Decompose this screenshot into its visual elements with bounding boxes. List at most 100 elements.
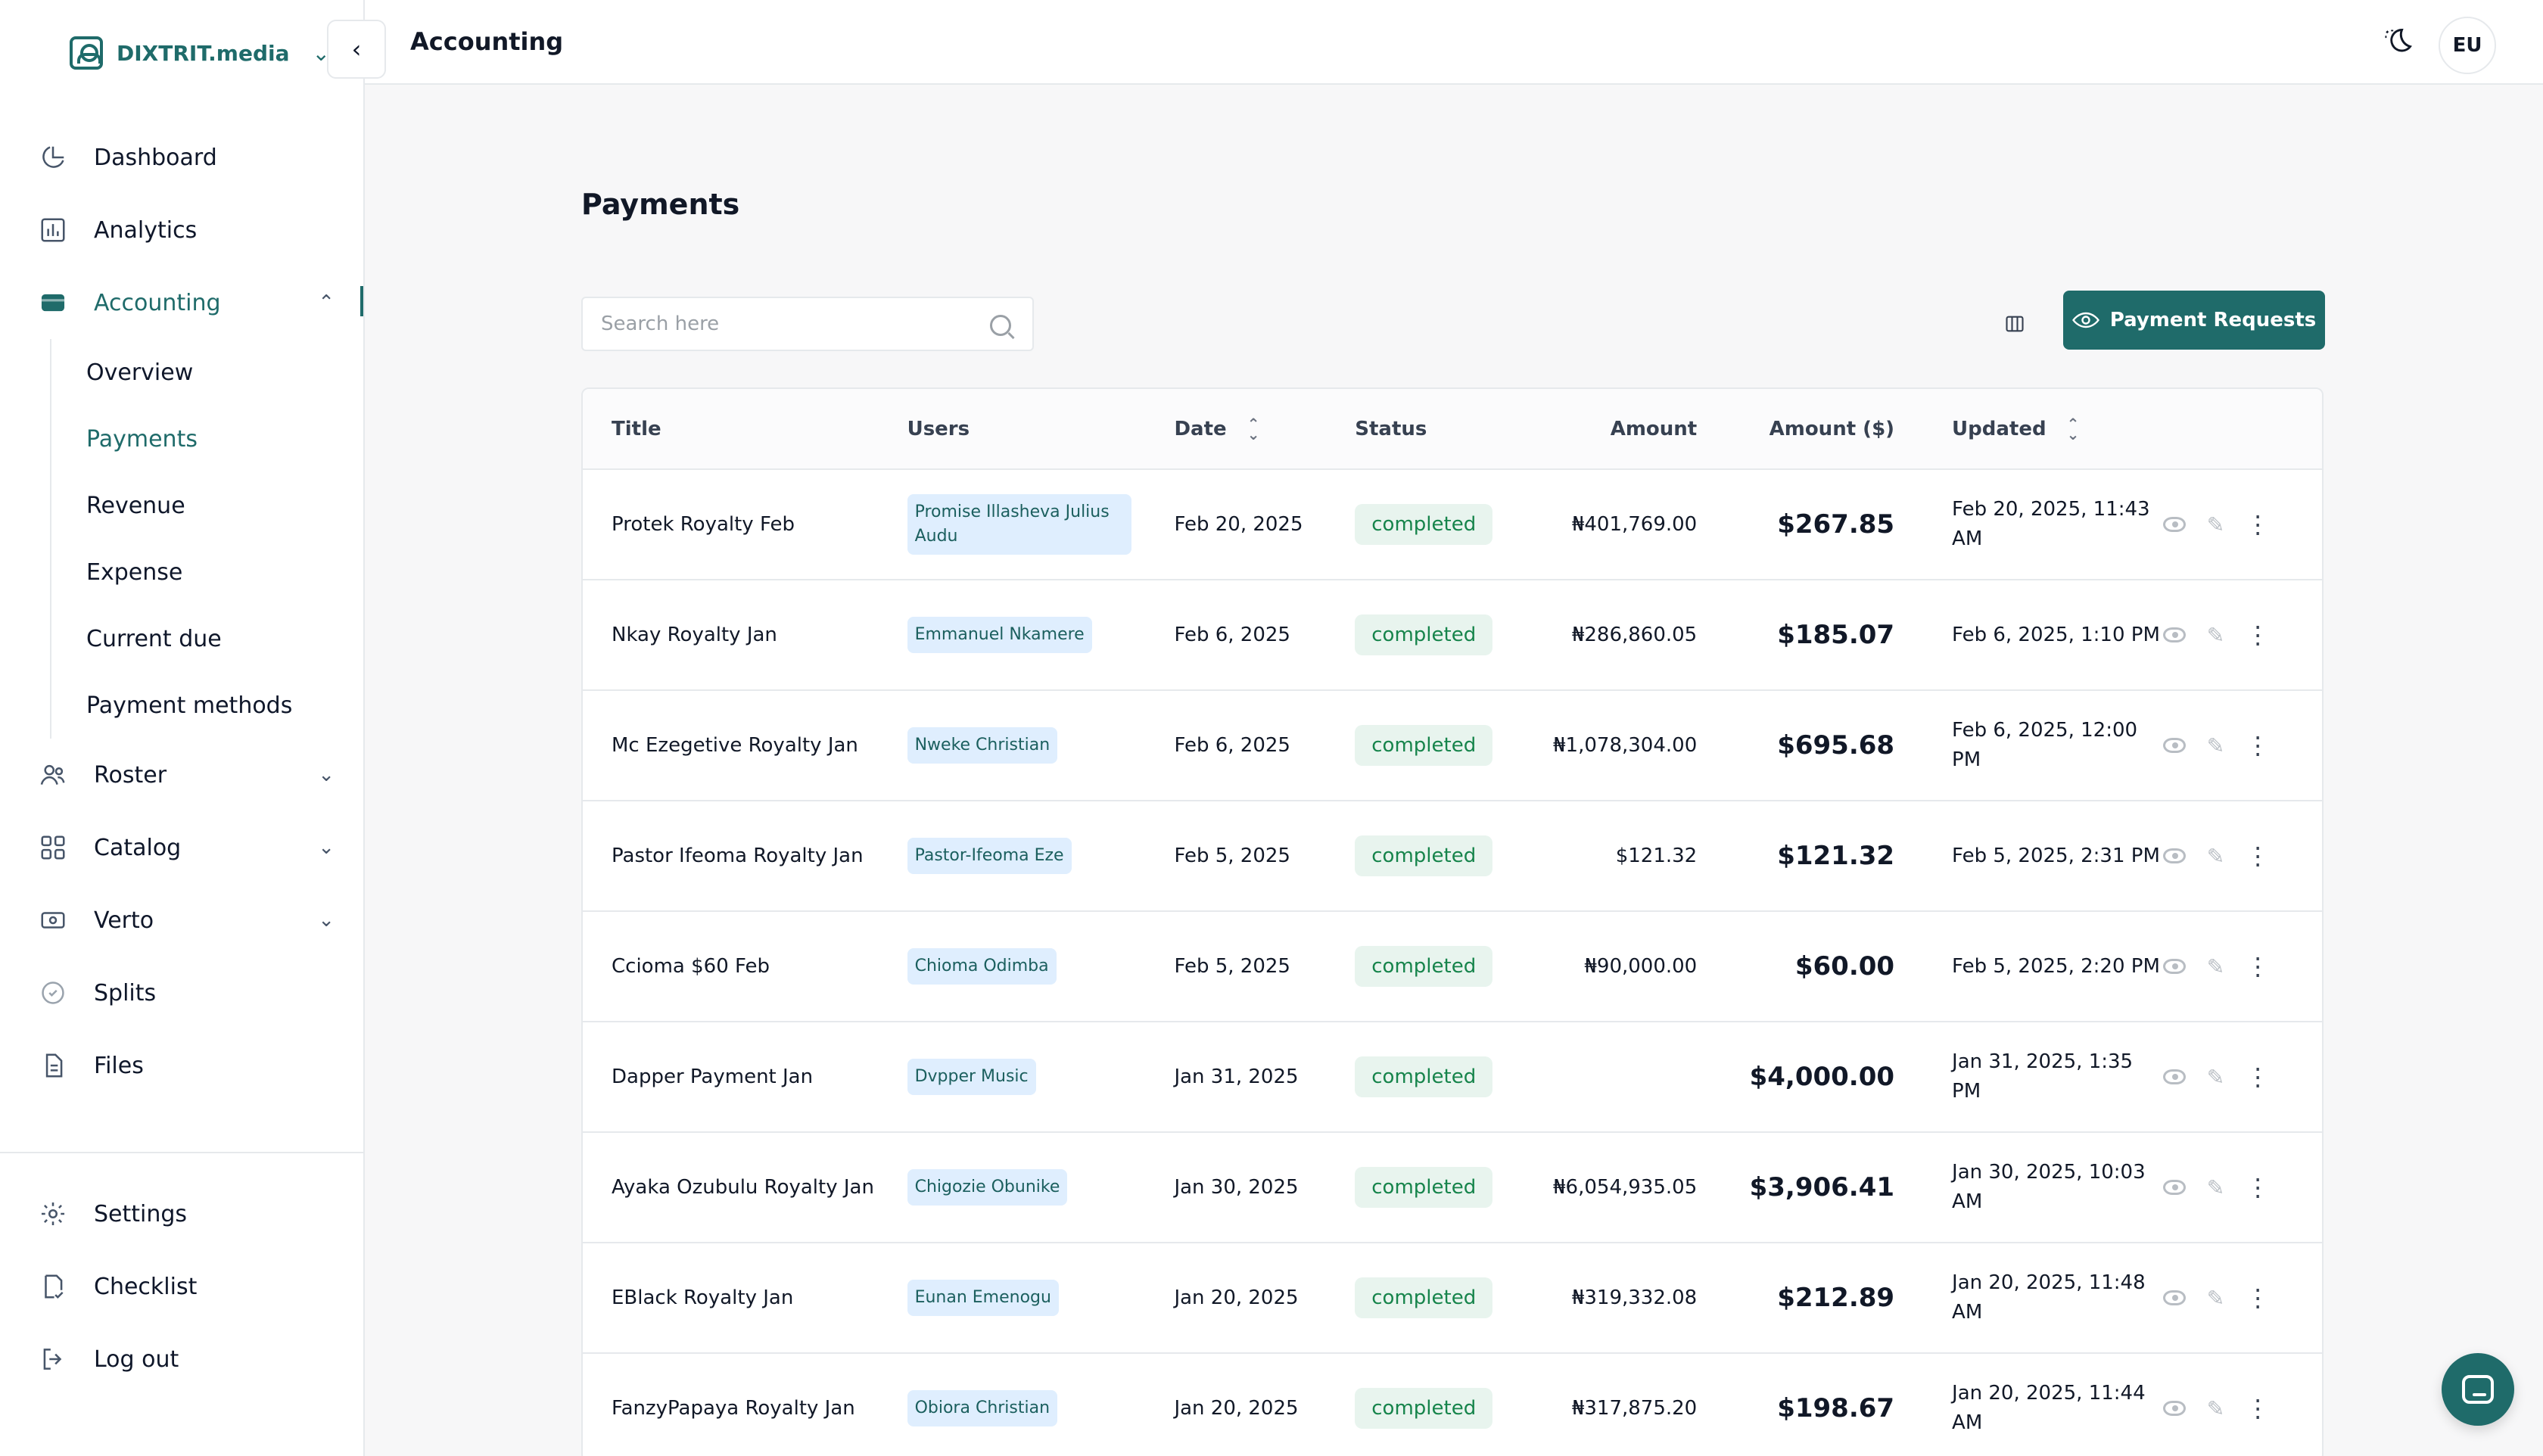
edit-icon[interactable]: ✎ [2207, 733, 2224, 758]
eye-icon[interactable] [2162, 738, 2186, 753]
sidebar-item-roster[interactable]: Roster ⌄ [0, 739, 363, 811]
page-title: Accounting [410, 27, 564, 56]
edit-icon[interactable]: ✎ [2207, 954, 2224, 979]
sidebar-item-label: Splits [94, 979, 157, 1006]
more-icon[interactable]: ⋮ [2246, 1396, 2270, 1420]
row-amount-usd: $185.07 [1727, 580, 1910, 691]
grid-icon [38, 832, 68, 863]
more-icon[interactable]: ⋮ [2246, 623, 2270, 647]
edit-icon[interactable]: ✎ [2207, 1286, 2224, 1311]
edit-icon[interactable]: ✎ [2207, 844, 2224, 869]
user-chip[interactable]: Obiora Christian [907, 1390, 1058, 1426]
payment-requests-label: Payment Requests [2109, 309, 2317, 331]
row-actions: ✎ ⋮ [2162, 954, 2322, 979]
more-icon[interactable]: ⋮ [2246, 1286, 2270, 1310]
column-header-amount[interactable]: Amount [1526, 389, 1728, 470]
row-updated: Jan 30, 2025, 10:03 AM [1910, 1132, 2163, 1243]
user-chip[interactable]: Chigozie Obunike [907, 1169, 1068, 1206]
sidebar-item-dashboard[interactable]: Dashboard [0, 121, 363, 194]
table-row[interactable]: Ccioma $60 Feb Chioma Odimba Feb 5, 2025… [583, 911, 2322, 1022]
sidebar-item-analytics[interactable]: Analytics [0, 194, 363, 266]
sidebar-item-files[interactable]: Files [0, 1029, 363, 1102]
table-row[interactable]: Mc Ezegetive Royalty Jan Nweke Christian… [583, 690, 2322, 801]
chevron-down-icon[interactable]: ⌄ [318, 836, 335, 859]
more-icon[interactable]: ⋮ [2246, 1175, 2270, 1199]
row-actions: ✎ ⋮ [2162, 1396, 2322, 1421]
chat-button[interactable] [2442, 1353, 2514, 1426]
column-header-date[interactable]: Date ⌃ ⌄ [1166, 389, 1349, 470]
sidebar-item-accounting[interactable]: Accounting ⌃ [0, 266, 363, 339]
table-row[interactable]: EBlack Royalty Jan Eunan Emenogu Jan 20,… [583, 1243, 2322, 1354]
search-input[interactable] [601, 313, 964, 335]
sidebar-item-current-due[interactable]: Current due [51, 605, 363, 672]
eye-icon[interactable] [2162, 1401, 2186, 1416]
user-chip[interactable]: Emmanuel Nkamere [907, 617, 1092, 653]
eye-icon[interactable] [2162, 517, 2186, 532]
user-chip[interactable]: Nweke Christian [907, 727, 1058, 764]
table-row[interactable]: Ayaka Ozubulu Royalty Jan Chigozie Obuni… [583, 1132, 2322, 1243]
payment-requests-button[interactable]: Payment Requests [2063, 291, 2325, 350]
sidebar-item-checklist[interactable]: Checklist [0, 1250, 363, 1323]
sidebar-item-payments[interactable]: Payments [51, 406, 677, 472]
column-toggle-button[interactable] [2000, 309, 2030, 339]
theme-toggle-button[interactable] [2381, 26, 2414, 59]
eye-icon[interactable] [2162, 959, 2186, 974]
row-amount: $121.32 [1526, 801, 1728, 912]
more-icon[interactable]: ⋮ [2246, 844, 2270, 868]
eye-icon[interactable] [2162, 627, 2186, 642]
column-header-title[interactable]: Title [583, 389, 907, 470]
user-chip[interactable]: Pastor-Ifeoma Eze [907, 838, 1072, 874]
search-box[interactable] [581, 297, 1034, 351]
more-icon[interactable]: ⋮ [2246, 733, 2270, 758]
org-switcher[interactable]: DIXTRIT.media ⌄ [70, 36, 330, 70]
chevron-down-icon[interactable]: ⌄ [318, 764, 335, 786]
chevron-up-icon[interactable]: ⌃ [318, 291, 335, 314]
user-chip[interactable]: Eunan Emenogu [907, 1280, 1059, 1316]
table-row[interactable]: Dapper Payment Jan Dvpper Music Jan 31, … [583, 1022, 2322, 1133]
eye-icon[interactable] [2162, 1069, 2186, 1084]
checklist-icon [38, 1271, 68, 1302]
column-header-amount-usd[interactable]: Amount ($) [1727, 389, 1910, 470]
eye-icon[interactable] [2162, 1290, 2186, 1305]
avatar[interactable]: EU [2439, 17, 2496, 74]
edit-icon[interactable]: ✎ [2207, 1396, 2224, 1421]
column-header-updated[interactable]: Updated ⌃ ⌄ [1910, 389, 2163, 470]
column-header-users[interactable]: Users [907, 389, 1167, 470]
edit-icon[interactable]: ✎ [2207, 512, 2224, 537]
collapse-sidebar-button[interactable]: ‹ [327, 20, 386, 79]
table-row[interactable]: Protek Royalty Feb Promise Illasheva Jul… [583, 469, 2322, 580]
eye-icon[interactable] [2162, 848, 2186, 863]
sort-icon[interactable]: ⌃ ⌄ [2067, 416, 2080, 442]
user-chip[interactable]: Chioma Odimba [907, 948, 1057, 985]
edit-icon[interactable]: ✎ [2207, 1065, 2224, 1090]
table-body: Protek Royalty Feb Promise Illasheva Jul… [583, 469, 2322, 1456]
sort-icon[interactable]: ⌃ ⌄ [1247, 416, 1260, 442]
table-row[interactable]: FanzyPapaya Royalty Jan Obiora Christian… [583, 1353, 2322, 1456]
user-chip[interactable]: Dvpper Music [907, 1059, 1036, 1095]
sidebar-item-revenue[interactable]: Revenue [51, 472, 363, 539]
edit-icon[interactable]: ✎ [2207, 623, 2224, 648]
row-amount [1526, 1022, 1728, 1133]
sidebar-item-logout[interactable]: Log out [0, 1323, 363, 1395]
status-badge: completed [1355, 725, 1493, 766]
more-icon[interactable]: ⋮ [2246, 512, 2270, 537]
eye-icon[interactable] [2162, 1180, 2186, 1195]
sidebar-item-settings[interactable]: Settings [0, 1178, 363, 1250]
more-icon[interactable]: ⋮ [2246, 1065, 2270, 1089]
edit-icon[interactable]: ✎ [2207, 1175, 2224, 1200]
more-icon[interactable]: ⋮ [2246, 954, 2270, 978]
chevron-down-icon[interactable]: ⌄ [318, 909, 335, 932]
sidebar-item-overview[interactable]: Overview [51, 339, 363, 406]
sidebar-item-catalog[interactable]: Catalog ⌄ [0, 811, 363, 884]
row-date: Feb 20, 2025 [1166, 469, 1349, 580]
sidebar: DIXTRIT.media ⌄ Dashboard Analytics Acco… [0, 0, 677, 1456]
sidebar-item-splits[interactable]: Splits [0, 957, 363, 1029]
sidebar-item-expense[interactable]: Expense [51, 539, 363, 605]
column-header-status[interactable]: Status [1349, 389, 1527, 470]
sidebar-item-verto[interactable]: Verto ⌄ [0, 884, 363, 957]
sidebar-item-payment-methods[interactable]: Payment methods [51, 672, 363, 739]
table-row[interactable]: Nkay Royalty Jan Emmanuel Nkamere Feb 6,… [583, 580, 2322, 691]
row-date: Jan 20, 2025 [1166, 1353, 1349, 1456]
user-chip[interactable]: Promise Illasheva Julius Audu [907, 494, 1131, 555]
table-row[interactable]: Pastor Ifeoma Royalty Jan Pastor-Ifeoma … [583, 801, 2322, 912]
